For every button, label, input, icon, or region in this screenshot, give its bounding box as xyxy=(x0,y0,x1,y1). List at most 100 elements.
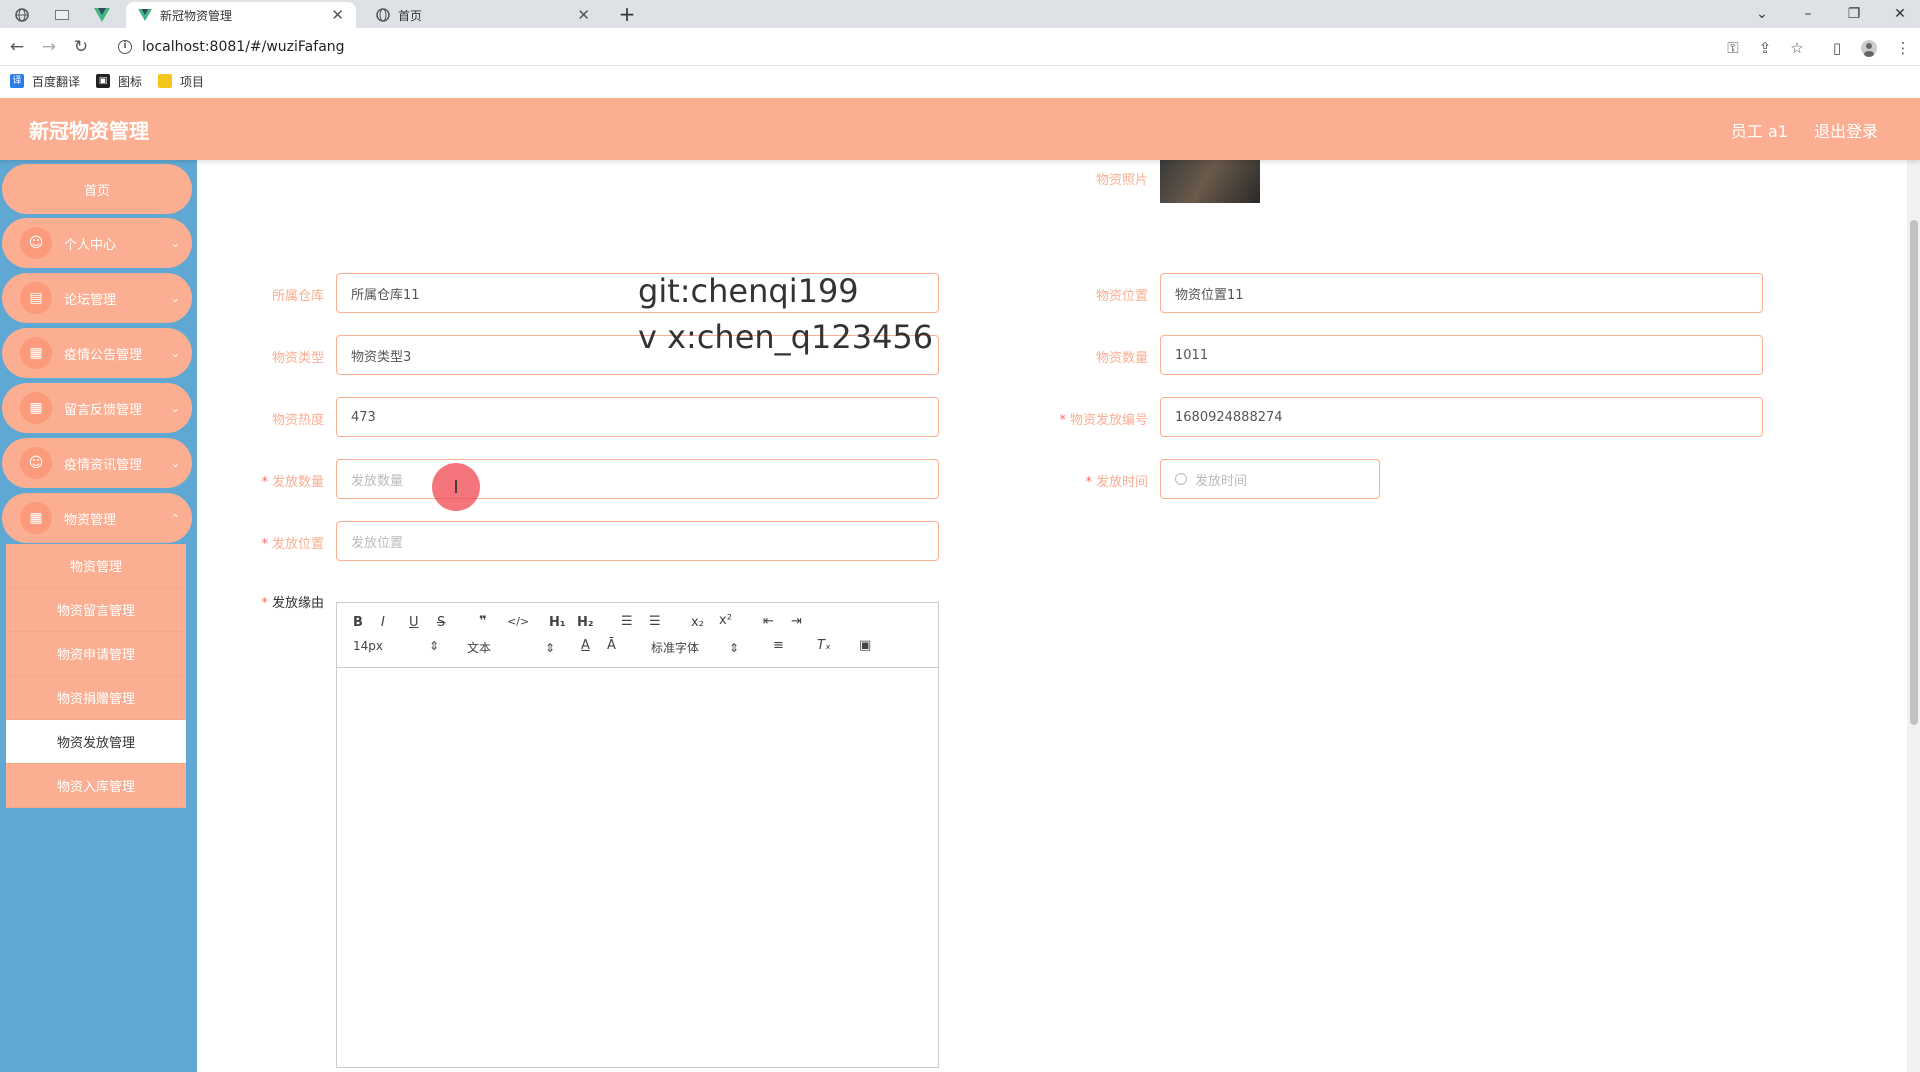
editor-toolbar: B I U S ❞ </> H₁ H₂ ☰ ☰ x₂ x² ⇤ ⇥ 14px ⇕ … xyxy=(337,603,938,668)
image-icon[interactable]: ▣ xyxy=(859,638,871,653)
bookmark-item[interactable]: 项目 xyxy=(158,73,204,90)
issue-qty-input[interactable]: 发放数量 xyxy=(336,459,939,499)
align-icon[interactable]: ≡ xyxy=(773,638,784,653)
bookmarks-bar: 译 百度翻译 ▣ 图标 项目 xyxy=(0,66,1920,96)
sidebar-item-forum[interactable]: ▤ 论坛管理 ⌄ xyxy=(2,273,192,323)
new-tab-button[interactable]: + xyxy=(614,2,640,28)
restore-icon[interactable]: ❐ xyxy=(1836,0,1872,28)
bookmark-item[interactable]: 译 百度翻译 xyxy=(10,73,80,90)
issue-place-input[interactable]: 发放位置 xyxy=(336,521,939,561)
minimize-icon[interactable]: – xyxy=(1790,0,1826,28)
issue-time-picker[interactable]: 发放时间 xyxy=(1160,459,1380,499)
tab-home[interactable]: 首页 ✕ xyxy=(364,2,602,28)
sidebar-item-feedback[interactable]: ▦ 留言反馈管理 ⌄ xyxy=(2,383,192,433)
bold-icon[interactable]: B xyxy=(353,615,363,630)
user-icon: ☺ xyxy=(20,447,52,479)
vue-icon xyxy=(94,8,110,22)
close-tab-icon[interactable]: ✕ xyxy=(577,6,590,24)
sidebar-item-supplies[interactable]: ▦ 物资管理 ⌃ xyxy=(2,493,192,543)
chevron-down-icon: ⌄ xyxy=(170,401,180,415)
issue-time-placeholder: 发放时间 xyxy=(1195,473,1248,489)
quantity-field[interactable]: 1011 xyxy=(1160,335,1763,375)
heat-field[interactable]: 473 xyxy=(336,397,939,437)
profile-icon[interactable] xyxy=(1858,37,1880,59)
rich-text-editor: B I U S ❞ </> H₁ H₂ ☰ ☰ x₂ x² ⇤ ⇥ 14px ⇕ … xyxy=(336,602,939,1068)
submenu-item-active[interactable]: 物资发放管理 xyxy=(6,720,186,764)
close-window-icon[interactable]: ✕ xyxy=(1882,0,1918,28)
cursor-indicator: I xyxy=(432,463,480,511)
sidebar-item-label: 疫情公告管理 xyxy=(64,347,143,363)
sidebar-item-home[interactable]: 首页 xyxy=(2,164,192,214)
h1-icon[interactable]: H₁ xyxy=(549,615,566,630)
key-icon[interactable]: ⚿ xyxy=(1722,37,1744,59)
url-text: localhost:8081/#/wuziFafang xyxy=(142,39,345,55)
ordered-list-icon[interactable]: ☰ xyxy=(621,614,633,629)
reload-icon[interactable]: ↻ xyxy=(68,34,94,60)
bullet-list-icon[interactable]: ☰ xyxy=(649,614,661,629)
close-tab-icon[interactable]: ✕ xyxy=(331,6,344,24)
browser-tab-strip: 新冠物资管理 ✕ 首页 ✕ + ⌄ – ❐ ✕ xyxy=(0,0,1920,28)
site-info-icon[interactable]: i xyxy=(118,40,132,54)
url-field[interactable]: i localhost:8081/#/wuziFafang xyxy=(104,32,1744,62)
side-panel-icon[interactable]: ▯ xyxy=(1826,37,1848,59)
issue-qty-label-text: 发放数量 xyxy=(271,475,324,490)
clear-format-icon[interactable]: Tₓ xyxy=(817,638,831,653)
watermark-line-1: git:chenqi199 xyxy=(638,272,859,310)
tab-search-chevron-icon[interactable]: ⌄ xyxy=(1744,0,1780,28)
subscript-icon[interactable]: x₂ xyxy=(691,615,704,630)
chevron-down-icon: ⌄ xyxy=(170,236,180,250)
background-color-icon[interactable]: Ā xyxy=(607,638,616,653)
issue-qty-label: * 发放数量 xyxy=(261,475,324,490)
sidebar-item-news[interactable]: ☺ 疫情资讯管理 ⌄ xyxy=(2,438,192,488)
chevron-down-icon: ⌄ xyxy=(170,291,180,305)
underline-icon[interactable]: U xyxy=(409,615,419,630)
bookmark-item[interactable]: ▣ 图标 xyxy=(96,73,142,90)
submenu-item[interactable]: 物资管理 xyxy=(6,544,186,588)
superscript-icon[interactable]: x² xyxy=(719,613,732,628)
star-icon[interactable]: ☆ xyxy=(1786,37,1808,59)
text-cursor-icon: I xyxy=(453,476,459,498)
sidebar-item-notice[interactable]: ▦ 疫情公告管理 ⌄ xyxy=(2,328,192,378)
app-header: 新冠物资管理 员工 a1 退出登录 xyxy=(0,98,1920,160)
quantity-label: 物资数量 xyxy=(1095,351,1148,366)
scrollbar-thumb[interactable] xyxy=(1910,220,1918,725)
issue-time-label-text: 发放时间 xyxy=(1095,475,1148,490)
issue-time-label: * 发放时间 xyxy=(1085,475,1148,490)
pinned-tab-vue[interactable] xyxy=(86,2,118,28)
menu-kebab-icon[interactable]: ⋮ xyxy=(1892,37,1914,59)
location-field[interactable]: 物资位置11 xyxy=(1160,273,1763,313)
back-icon[interactable]: ← xyxy=(4,34,30,60)
text-color-icon[interactable]: A xyxy=(581,638,590,653)
font-family-value: 标准字体 xyxy=(651,641,700,655)
clock-icon xyxy=(1175,473,1187,485)
italic-icon[interactable]: I xyxy=(381,615,385,630)
header-select[interactable]: 文本 ⇕ xyxy=(467,639,555,656)
editor-content-area[interactable] xyxy=(337,668,938,1066)
code-field[interactable]: 1680924888274 xyxy=(1160,397,1763,437)
globe-icon xyxy=(376,8,390,22)
strike-icon[interactable]: S xyxy=(437,615,445,630)
h2-icon[interactable]: H₂ xyxy=(577,615,594,630)
sidebar-item-personal[interactable]: ☺ 个人中心 ⌄ xyxy=(2,218,192,268)
font-size-select[interactable]: 14px ⇕ xyxy=(353,639,439,653)
submenu-item[interactable]: 物资捐赠管理 xyxy=(6,676,186,720)
submenu-item[interactable]: 物资入库管理 xyxy=(6,764,186,808)
indent-icon[interactable]: ⇥ xyxy=(791,614,802,629)
tab-title: 首页 xyxy=(398,8,423,23)
code-icon[interactable]: </> xyxy=(507,615,529,628)
photo-label: 物资照片 xyxy=(1095,173,1148,188)
address-bar-row: ← → ↻ i localhost:8081/#/wuziFafang ⚿ ⇪ … xyxy=(0,28,1920,66)
font-family-select[interactable]: 标准字体 ⇕ xyxy=(651,639,739,656)
share-icon[interactable]: ⇪ xyxy=(1754,37,1776,59)
current-user: 员工 a1 xyxy=(1730,122,1788,141)
logout-link[interactable]: 退出登录 xyxy=(1814,118,1878,142)
page-icon xyxy=(55,10,69,20)
pinned-tab-blank[interactable] xyxy=(46,2,78,28)
submenu-item[interactable]: 物资申请管理 xyxy=(6,632,186,676)
quote-icon[interactable]: ❞ xyxy=(479,614,487,629)
tab-active[interactable]: 新冠物资管理 ✕ xyxy=(126,2,356,28)
submenu-item[interactable]: 物资留言管理 xyxy=(6,588,186,632)
pinned-tab-globe[interactable] xyxy=(6,2,38,28)
forward-icon[interactable]: → xyxy=(36,34,62,60)
outdent-icon[interactable]: ⇤ xyxy=(763,614,774,629)
